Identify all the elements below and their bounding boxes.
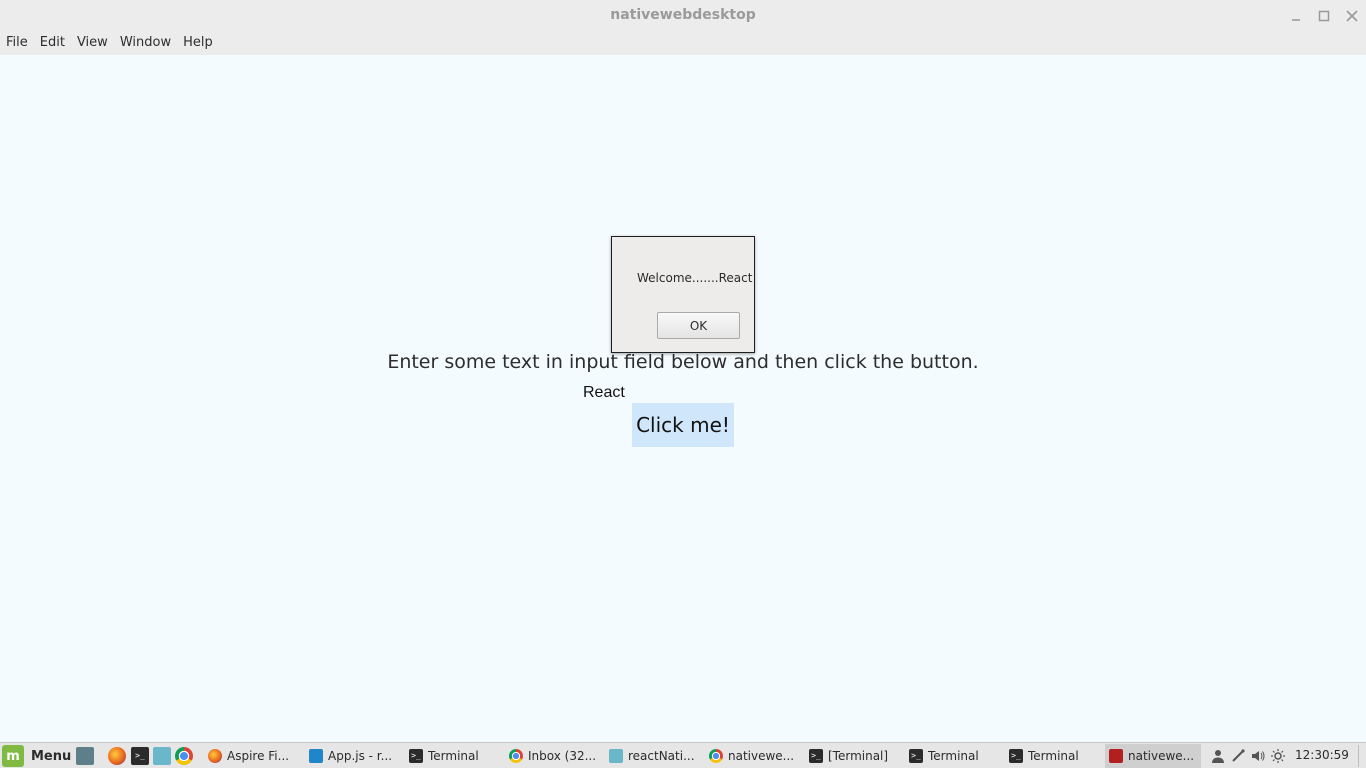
user-icon[interactable]: [1210, 748, 1226, 764]
menu-file[interactable]: File: [0, 32, 34, 55]
minimize-icon[interactable]: [1286, 6, 1306, 26]
volume-icon[interactable]: [1250, 748, 1266, 764]
task-label: Terminal: [928, 749, 979, 763]
firefox-icon: [208, 749, 222, 763]
mint-logo-icon: m: [2, 745, 24, 767]
task-inbox[interactable]: Inbox (32...: [505, 744, 601, 768]
task-terminal-3[interactable]: >_ Terminal: [905, 744, 1001, 768]
task-label: [Terminal]: [828, 749, 889, 763]
terminal-icon: >_: [909, 749, 923, 763]
menu-edit[interactable]: Edit: [34, 32, 71, 55]
task-aspire[interactable]: Aspire Fi...: [204, 744, 300, 768]
task-label: Inbox (32...: [528, 749, 597, 763]
nativeweb-icon: [1109, 749, 1123, 763]
click-me-button[interactable]: Click me!: [632, 403, 734, 447]
chrome-icon: [709, 749, 723, 763]
start-menu-button[interactable]: m Menu: [2, 745, 71, 767]
terminal-icon: >_: [1009, 749, 1023, 763]
task-nativeweb-chrome[interactable]: nativewe...: [705, 744, 801, 768]
show-desktop-icon[interactable]: [76, 747, 94, 765]
terminal-icon: >_: [809, 749, 823, 763]
ok-button[interactable]: OK: [657, 312, 740, 339]
task-terminal-4[interactable]: >_ Terminal: [1005, 744, 1101, 768]
app-content: Enter some text in input field below and…: [0, 55, 1366, 742]
brightness-icon[interactable]: [1270, 748, 1286, 764]
task-label: Aspire Fi...: [227, 749, 290, 763]
text-input[interactable]: React: [583, 384, 625, 402]
files-icon[interactable]: [153, 747, 171, 765]
menu-view[interactable]: View: [71, 32, 114, 55]
task-appjs[interactable]: App.js - r...: [305, 744, 401, 768]
network-icon[interactable]: [1230, 748, 1246, 764]
terminal-icon: >_: [409, 749, 423, 763]
menu-label: Menu: [31, 748, 72, 764]
menu-window[interactable]: Window: [114, 32, 177, 55]
close-icon[interactable]: [1342, 6, 1362, 26]
window-title: nativewebdesktop: [610, 7, 756, 23]
clock[interactable]: 12:30:59: [1295, 748, 1349, 762]
task-label: reactNati...: [628, 749, 695, 763]
task-terminal-2[interactable]: >_ [Terminal]: [805, 744, 901, 768]
menu-bar: File Edit View Window Help: [0, 32, 1366, 55]
title-bar: nativewebdesktop: [0, 0, 1366, 32]
task-nativeweb-app[interactable]: nativewe...: [1105, 744, 1201, 768]
show-desktop-edge[interactable]: [1358, 745, 1364, 767]
chrome-icon: [509, 749, 523, 763]
vscode-icon: [309, 749, 323, 763]
folder-icon: [609, 749, 623, 763]
chrome-icon[interactable]: [175, 747, 193, 765]
task-label: Terminal: [1028, 749, 1079, 763]
taskbar: m Menu >_ Aspire Fi... App.js - r... >_ …: [0, 742, 1366, 768]
instruction-text: Enter some text in input field below and…: [387, 351, 979, 373]
task-label: App.js - r...: [328, 749, 393, 763]
task-reactnative-folder[interactable]: reactNati...: [605, 744, 701, 768]
task-label: Terminal: [428, 749, 479, 763]
menu-help[interactable]: Help: [177, 32, 219, 55]
maximize-icon[interactable]: [1314, 6, 1334, 26]
task-label: nativewe...: [728, 749, 795, 763]
alert-message: Welcome.......React: [637, 271, 753, 285]
task-label: nativewe...: [1128, 749, 1195, 763]
alert-dialog: Welcome.......React OK: [611, 236, 755, 353]
terminal-icon[interactable]: >_: [131, 747, 149, 765]
firefox-icon[interactable]: [108, 747, 126, 765]
system-tray: [1208, 744, 1288, 768]
task-terminal-1[interactable]: >_ Terminal: [405, 744, 501, 768]
